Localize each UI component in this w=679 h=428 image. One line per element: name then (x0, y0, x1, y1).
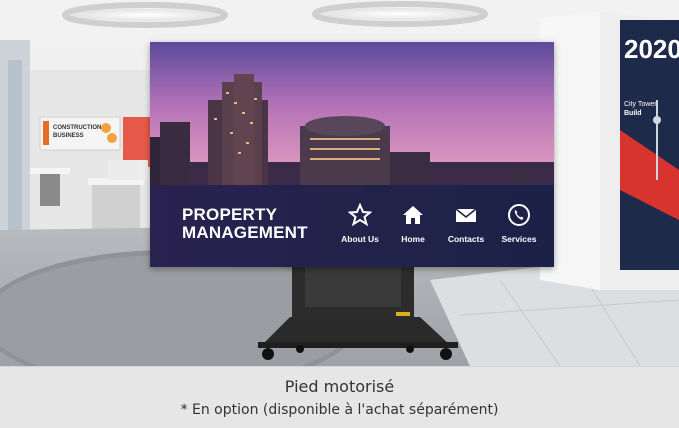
menu-label-about-us: About Us (341, 234, 379, 244)
pillar-sign-graphic: 2020 City Tower Build (620, 20, 679, 270)
pillar-year: 2020 (624, 34, 679, 64)
star-icon (348, 203, 372, 227)
menu-label-home: Home (401, 234, 425, 244)
envelope-icon (455, 208, 477, 222)
pillar-line1: City Tower (624, 101, 657, 108)
pillar-sign: 2020 City Tower Build (590, 20, 679, 290)
screen-heading-line1: PROPERTY (182, 205, 278, 224)
menu-label-contacts: Contacts (447, 234, 485, 244)
wall-sign-line2: BUSINESS (53, 133, 84, 139)
caption: Pied motorisé * En option (disponible à … (0, 366, 679, 428)
screen-heading-line2: MANAGEMENT (182, 223, 308, 242)
showroom-photo: CONSTRUCTION BUSINESS 2020 City Tower Bu… (0, 0, 679, 366)
screen-heading: PROPERTY MANAGEMENT (182, 206, 308, 242)
wall-sign-line1: CONSTRUCTION (53, 125, 101, 131)
display-screen: PROPERTY MANAGEMENT About Us Home Contac… (150, 42, 554, 267)
pillar-line2: Build (624, 110, 642, 117)
home-icon (403, 206, 423, 224)
screen-banner: PROPERTY MANAGEMENT About Us Home Contac… (150, 185, 554, 267)
phone-icon (508, 204, 530, 226)
caption-subtitle: * En option (disponible à l'achat séparé… (180, 402, 499, 418)
menu-label-services: Services (501, 234, 537, 244)
caption-title: Pied motorisé (284, 377, 395, 396)
city-skyline (150, 42, 554, 185)
